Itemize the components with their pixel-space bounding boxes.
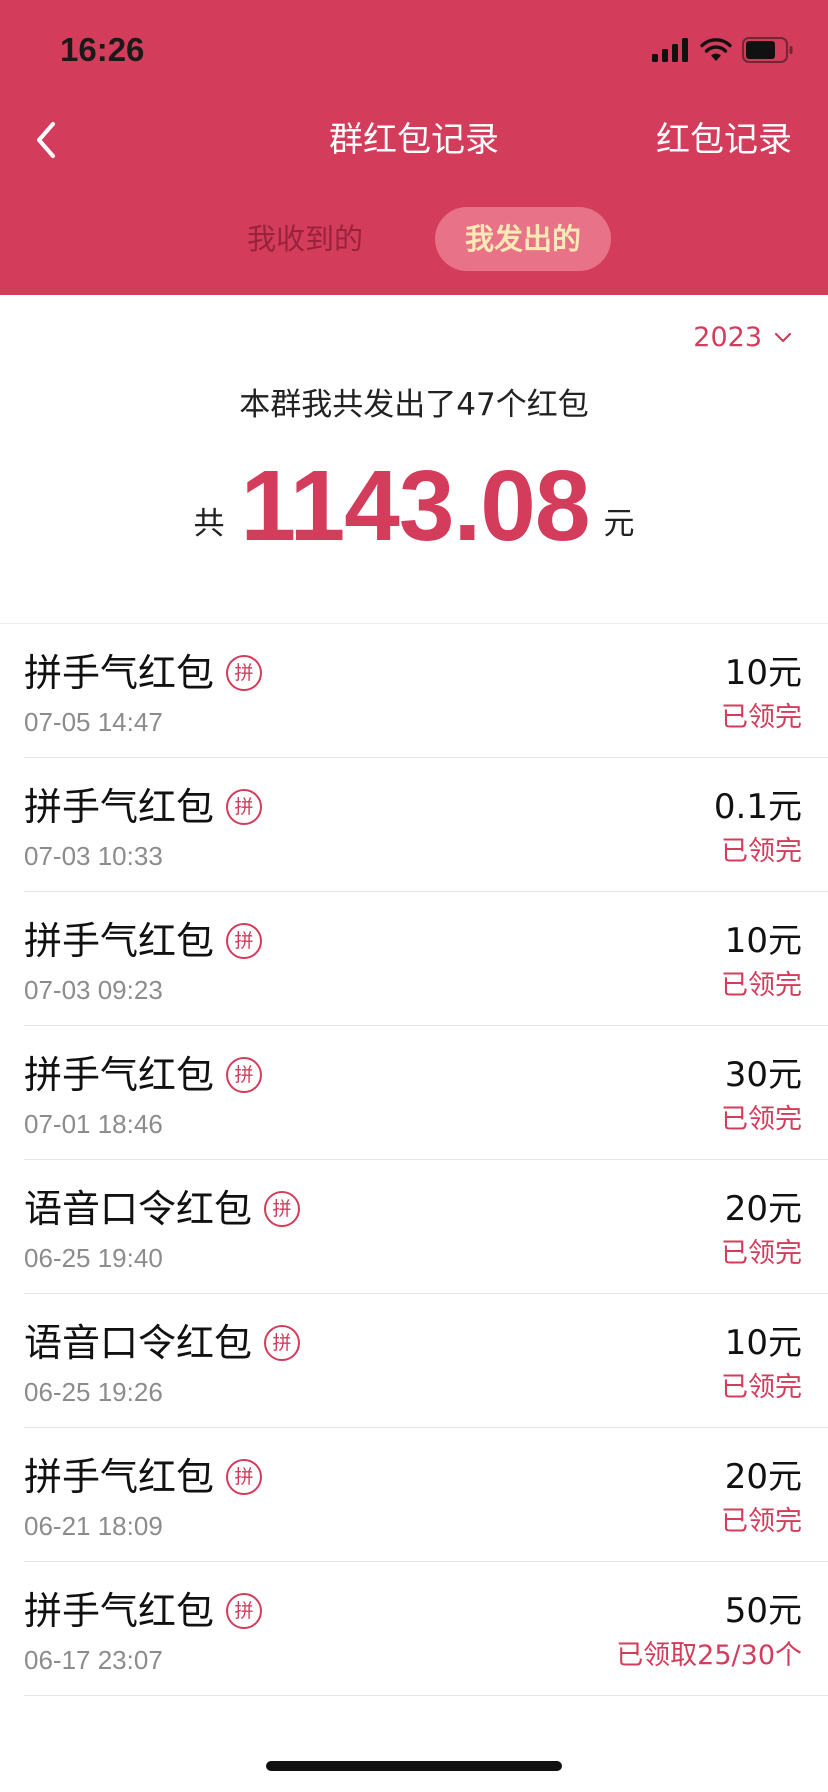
record-row[interactable]: 拼手气红包 拼 07-05 14:47 10元 已领完 [0, 624, 828, 758]
record-name: 语音口令红包 [24, 1321, 253, 1365]
record-status: 已领完 [721, 970, 802, 1001]
record-time: 07-03 10:33 [24, 841, 163, 871]
lucky-badge-icon: 拼 [264, 1325, 301, 1361]
record-amount: 0.1元 [713, 787, 802, 827]
record-amount: 10元 [724, 921, 802, 961]
record-name: 拼手气红包 [24, 1053, 215, 1097]
wifi-icon [700, 38, 732, 62]
record-name: 拼手气红包 [24, 1589, 215, 1633]
lucky-badge-icon: 拼 [226, 655, 263, 691]
record-title: 语音口令红包 拼 [24, 1318, 301, 1368]
status-icons [652, 36, 794, 64]
record-title: 拼手气红包 拼 [24, 916, 263, 966]
record-name: 拼手气红包 [24, 651, 215, 695]
record-title: 拼手气红包 拼 [24, 648, 263, 698]
record-row[interactable]: 语音口令红包 拼 06-25 19:40 20元 已领完 [0, 1160, 828, 1294]
record-time: 06-25 19:40 [24, 1243, 163, 1273]
record-name: 语音口令红包 [24, 1187, 253, 1231]
total-prefix: 共 [193, 506, 225, 542]
home-indicator[interactable] [266, 1761, 562, 1771]
record-title: 拼手气红包 拼 [24, 1586, 263, 1636]
record-status: 已领完 [721, 1104, 802, 1135]
record-amount: 20元 [724, 1457, 802, 1497]
record-status: 已领完 [721, 1372, 802, 1403]
total-amount-row: 共 1143.08 元 [0, 448, 828, 558]
record-row[interactable]: 拼手气红包 拼 07-03 10:33 0.1元 已领完 [0, 758, 828, 892]
record-list: 拼手气红包 拼 07-05 14:47 10元 已领完 拼手气红包 拼 07-0… [0, 624, 828, 1696]
record-row[interactable]: 拼手气红包 拼 06-21 18:09 20元 已领完 [0, 1428, 828, 1562]
red-packet-records-link[interactable]: 红包记录 [656, 112, 792, 168]
lucky-badge-icon: 拼 [226, 789, 263, 825]
record-title: 拼手气红包 拼 [24, 1452, 263, 1502]
status-time: 16:26 [60, 31, 145, 68]
year-dropdown[interactable]: 2023 [693, 318, 792, 358]
record-name: 拼手气红包 [24, 919, 215, 963]
record-name: 拼手气红包 [24, 785, 215, 829]
lucky-badge-icon: 拼 [226, 1593, 263, 1629]
record-status: 已领完 [721, 1506, 802, 1537]
record-status: 已领取25/30个 [616, 1640, 802, 1671]
record-title: 语音口令红包 拼 [24, 1184, 301, 1234]
cellular-signal-icon [652, 38, 690, 62]
tab-received[interactable]: 我收到的 [220, 207, 390, 271]
battery-icon [742, 37, 794, 63]
record-time: 06-25 19:26 [24, 1377, 163, 1407]
record-amount: 20元 [724, 1189, 802, 1229]
total-amount: 1143.08 [240, 450, 591, 562]
record-row[interactable]: 拼手气红包 拼 06-17 23:07 50元 已领取25/30个 [0, 1562, 828, 1696]
year-label: 2023 [693, 322, 762, 353]
record-title: 拼手气红包 拼 [24, 782, 263, 832]
record-time: 07-03 09:23 [24, 975, 163, 1005]
record-name: 拼手气红包 [24, 1455, 215, 1499]
lucky-badge-icon: 拼 [264, 1191, 301, 1227]
total-unit: 元 [603, 506, 635, 542]
record-time: 07-01 18:46 [24, 1109, 163, 1139]
lucky-badge-icon: 拼 [226, 923, 263, 959]
tab-sent[interactable]: 我发出的 [435, 207, 611, 271]
record-status: 已领完 [721, 836, 802, 867]
lucky-badge-icon: 拼 [226, 1057, 263, 1093]
record-amount: 10元 [724, 653, 802, 693]
header-bar: 16:26 群红包记录 红包记录 我收到的 我发出的 [0, 0, 828, 295]
record-time: 06-17 23:07 [24, 1645, 163, 1675]
record-row[interactable]: 语音口令红包 拼 06-25 19:26 10元 已领完 [0, 1294, 828, 1428]
record-time: 07-05 14:47 [24, 707, 163, 737]
lucky-badge-icon: 拼 [226, 1459, 263, 1495]
record-status: 已领完 [721, 1238, 802, 1269]
record-amount: 50元 [724, 1591, 802, 1631]
chevron-down-icon [774, 332, 792, 343]
record-row[interactable]: 拼手气红包 拼 07-01 18:46 30元 已领完 [0, 1026, 828, 1160]
record-status: 已领完 [721, 702, 802, 733]
record-row[interactable]: 拼手气红包 拼 07-03 09:23 10元 已领完 [0, 892, 828, 1026]
record-amount: 10元 [724, 1323, 802, 1363]
record-amount: 30元 [724, 1055, 802, 1095]
summary-text: 本群我共发出了47个红包 [239, 387, 589, 423]
record-title: 拼手气红包 拼 [24, 1050, 263, 1100]
record-time: 06-21 18:09 [24, 1511, 163, 1541]
